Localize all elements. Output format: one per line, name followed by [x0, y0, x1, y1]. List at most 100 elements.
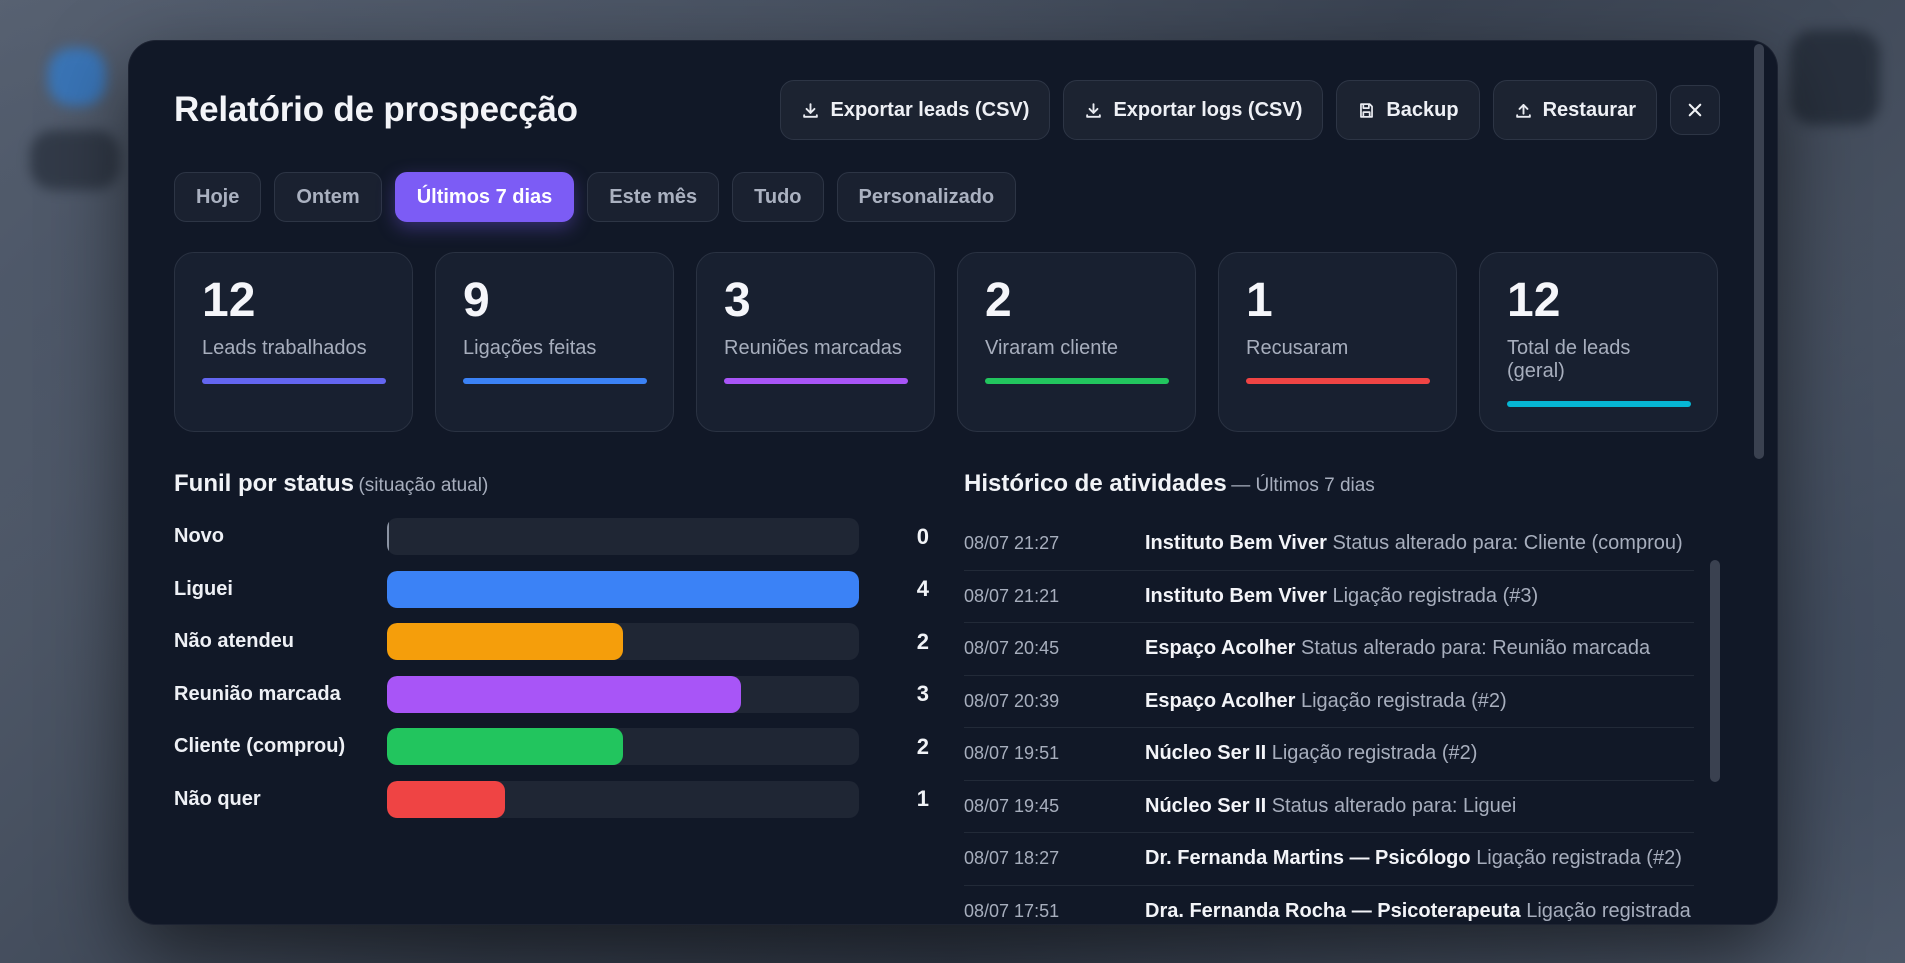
background-app-panel: [30, 130, 120, 190]
funnel-bar: [387, 780, 505, 818]
funnel-bar: [387, 518, 389, 555]
history-heading: Histórico de atividades — Últimos 7 dias: [964, 470, 1694, 498]
stats-cards: 12 Leads trabalhados 9 Ligações feitas 3…: [174, 252, 1718, 432]
funnel-label: Novo: [174, 525, 224, 547]
history-lead[interactable]: Instituto Bem Viver: [1145, 585, 1327, 607]
tab-tudo[interactable]: Tudo: [732, 172, 824, 222]
export-logs-label: Exportar logs (CSV): [1113, 98, 1303, 121]
history-action: Ligação registrada (#2): [1271, 742, 1478, 765]
history-action: Status alterado para: Liguei: [1271, 794, 1517, 817]
report-modal: Relatório de prospecção Exportar leads (…: [128, 40, 1778, 925]
history-subtitle: — Últimos 7 dias: [1231, 475, 1375, 496]
funnel-label: Reunião marcada: [174, 682, 341, 705]
export-leads-button[interactable]: Exportar leads (CSV): [780, 80, 1051, 140]
save-icon: [1360, 102, 1374, 118]
funnel-heading: Funil por status (situação atual): [174, 470, 929, 498]
tab-personalizado[interactable]: Personalizado: [836, 172, 1017, 222]
history-action: Ligação registrada (#3): [1332, 584, 1539, 607]
upload-icon: [1515, 103, 1531, 118]
history-time: 08/07 21:21: [964, 585, 1060, 606]
history-lead[interactable]: Instituto Bem Viver: [1145, 532, 1327, 554]
stat-label: Total de leads (geral): [1507, 337, 1631, 382]
funnel-track: [387, 675, 859, 713]
funnel-label: Cliente (comprou): [174, 735, 346, 757]
history-lead[interactable]: Dr. Fernanda Martins — Psicólogo: [1145, 847, 1471, 869]
history-text: Dr. Fernanda Martins — Psicólogo Ligação…: [1145, 847, 1682, 870]
stat-card-reunioes-marcadas: 3 Reuniões marcadas: [696, 252, 935, 432]
history-title: Histórico de atividades: [964, 470, 1227, 497]
modal-scrollbar[interactable]: [1754, 44, 1764, 459]
tab-ontem[interactable]: Ontem: [274, 172, 382, 222]
funnel-count: 2: [916, 733, 929, 759]
close-icon: [1688, 103, 1702, 117]
history-list[interactable]: 08/07 21:27 Instituto Bem Viver Status a…: [964, 518, 1694, 925]
history-time: 08/07 20:45: [964, 638, 1060, 659]
period-tabs: Hoje Ontem Últimos 7 dias Este mês Tudo …: [174, 172, 1017, 222]
history-row: 08/07 21:21 Instituto Bem Viver Ligação …: [964, 571, 1694, 623]
stat-label: Ligações feitas: [463, 337, 597, 359]
history-lead[interactable]: Núcleo Ser II: [1145, 795, 1266, 817]
tab-ultimos-7-dias[interactable]: Últimos 7 dias: [394, 172, 575, 222]
history-row: 08/07 21:27 Instituto Bem Viver Status a…: [964, 518, 1694, 571]
restore-button[interactable]: Restaurar: [1492, 80, 1657, 140]
restore-label: Restaurar: [1542, 98, 1636, 121]
header-actions: Exportar leads (CSV) Exportar logs (CSV)…: [780, 80, 1720, 140]
history-time: 08/07 18:27: [964, 848, 1060, 869]
stat-label: Leads trabalhados: [202, 337, 367, 359]
tab-este-mes[interactable]: Este mês: [587, 172, 720, 222]
funnel-row: Reunião marcada 3: [174, 675, 929, 713]
history-scrollbar[interactable]: [1710, 560, 1720, 782]
funnel-subtitle: (situação atual): [358, 475, 489, 496]
backup-label: Backup: [1386, 98, 1459, 121]
funnel-bar: [387, 728, 623, 765]
status-funnel: Funil por status (situação atual) Novo 0…: [174, 470, 929, 833]
background-app-panel-right: [1790, 30, 1880, 125]
history-action: Ligação registrada (#2): [1476, 847, 1682, 870]
history-text: Espaço Acolher Ligação registrada (#2): [1145, 690, 1507, 713]
stat-value: 1: [1246, 274, 1273, 327]
funnel-count: 4: [916, 576, 929, 601]
funnel-rows: Novo 0 Liguei 4 Não atendeu 2 Reunião marca…: [174, 518, 929, 818]
stat-accent-bar: [724, 378, 908, 384]
export-logs-button[interactable]: Exportar logs (CSV): [1063, 80, 1324, 140]
history-action: Status alterado para: Cliente (comprou): [1332, 532, 1683, 555]
modal-header: Relatório de prospecção Exportar leads (…: [174, 80, 1720, 140]
history-row: 08/07 19:45 Núcleo Ser II Status alterad…: [964, 781, 1694, 833]
stat-value: 9: [463, 274, 490, 327]
history-row: 08/07 20:39 Espaço Acolher Ligação regis…: [964, 676, 1694, 728]
funnel-track: [387, 728, 859, 765]
download-icon: [1086, 102, 1102, 118]
funnel-title: Funil por status: [174, 470, 354, 497]
stat-accent-bar: [202, 378, 386, 384]
history-lead[interactable]: Espaço Acolher: [1145, 637, 1295, 659]
history-action: Status alterado para: Reunião marcada: [1300, 637, 1651, 660]
history-text: Instituto Bem Viver Ligação registrada (…: [1145, 585, 1538, 608]
funnel-track: [387, 518, 859, 555]
stat-accent-bar: [463, 378, 647, 384]
history-lead[interactable]: Núcleo Ser II: [1145, 742, 1266, 764]
stat-card-ligacoes-feitas: 9 Ligações feitas: [435, 252, 674, 432]
funnel-track: [387, 623, 859, 660]
history-time: 08/07 19:51: [964, 743, 1060, 764]
history-time: 08/07 17:51: [964, 900, 1060, 921]
funnel-label: Não atendeu: [174, 630, 295, 652]
funnel-bar: [387, 570, 859, 608]
funnel-row: Novo 0: [174, 518, 929, 555]
page-title: Relatório de prospecção: [174, 90, 578, 129]
backup-button[interactable]: Backup: [1336, 80, 1480, 140]
history-action: Ligação registrada: [1526, 899, 1691, 922]
history-lead[interactable]: Dra. Fernanda Rocha — Psicoterapeuta: [1145, 900, 1521, 922]
funnel-row: Liguei 4: [174, 570, 929, 608]
download-icon: [803, 102, 819, 118]
funnel-label: Liguei: [174, 577, 233, 600]
history-text: Instituto Bem Viver Status alterado para…: [1145, 532, 1683, 555]
stat-accent-bar: [1246, 378, 1430, 384]
funnel-count: 2: [916, 628, 929, 654]
funnel-count: 3: [916, 681, 929, 706]
tab-hoje[interactable]: Hoje: [174, 172, 262, 222]
stat-value: 12: [1507, 274, 1561, 327]
funnel-row: Não quer 1: [174, 780, 929, 818]
history-lead[interactable]: Espaço Acolher: [1145, 690, 1295, 712]
history-row: 08/07 20:45 Espaço Acolher Status altera…: [964, 623, 1694, 676]
close-button[interactable]: [1670, 85, 1720, 135]
